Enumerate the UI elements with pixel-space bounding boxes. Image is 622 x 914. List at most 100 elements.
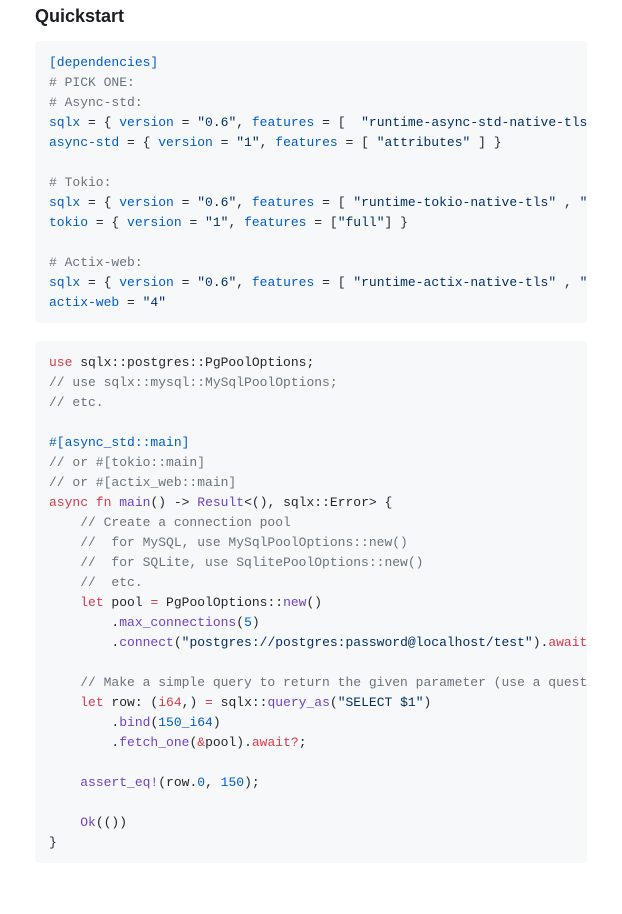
- code-text: (): [306, 595, 322, 610]
- code-op: &: [197, 735, 205, 750]
- code-text: async-std: [49, 135, 119, 150]
- code-fn: bind: [119, 715, 150, 730]
- code-text: (: [236, 615, 244, 630]
- code-text: sqlx: [49, 195, 80, 210]
- code-block-rust[interactable]: use sqlx::postgres::PgPoolOptions; // us…: [35, 341, 587, 863]
- code-keyword: await: [548, 635, 587, 650]
- code-string: "4": [143, 295, 166, 310]
- code-text: pool).: [205, 735, 252, 750]
- code-string: "full": [338, 215, 385, 230]
- code-text: }: [49, 835, 57, 850]
- code-text: .: [49, 715, 119, 730]
- code-text: =: [174, 275, 197, 290]
- code-text: [49, 775, 80, 790]
- code-text: sqlx::postgres::PgPoolOptions;: [72, 355, 314, 370]
- section-heading: Quickstart: [35, 0, 587, 41]
- code-text: actix-web: [49, 295, 119, 310]
- code-text: ,: [236, 275, 252, 290]
- code-type: Result: [197, 495, 244, 510]
- code-keyword: let: [80, 695, 103, 710]
- code-comment: // or #[tokio::main]: [49, 455, 205, 470]
- code-string: "1": [236, 135, 259, 150]
- code-string: "1": [205, 215, 228, 230]
- code-keyword: use: [49, 355, 72, 370]
- code-text: features: [252, 195, 314, 210]
- code-text: ,: [556, 275, 579, 290]
- code-keyword: let: [80, 595, 103, 610]
- code-text: (()): [96, 815, 127, 830]
- code-text: (: [174, 635, 182, 650]
- code-text: (: [330, 695, 338, 710]
- code-text: ,: [260, 135, 276, 150]
- code-text: sqlx::: [213, 695, 268, 710]
- code-text: = [: [338, 135, 377, 150]
- code-text: [88, 495, 96, 510]
- code-text: =: [213, 135, 236, 150]
- code-string: "runtime-tokio-native-tls": [353, 195, 556, 210]
- code-text: ): [424, 695, 432, 710]
- code-text: =: [119, 295, 142, 310]
- code-text: <(), sqlx::Error> {: [244, 495, 392, 510]
- code-text: = {: [80, 275, 119, 290]
- code-text: =: [174, 195, 197, 210]
- code-text: ): [252, 615, 260, 630]
- code-text: sqlx: [49, 275, 80, 290]
- code-text: =: [174, 115, 197, 130]
- code-fn: max_connections: [119, 615, 236, 630]
- code-string: "runtime-async-std-native-tls": [361, 115, 587, 130]
- code-text: PgPoolOptions::: [158, 595, 283, 610]
- code-string: "postgres": [580, 275, 587, 290]
- code-text: = {: [80, 115, 119, 130]
- code-text: ;: [299, 735, 307, 750]
- code-block-toml[interactable]: [dependencies] # PICK ONE: # Async-std: …: [35, 41, 587, 323]
- code-macro: assert_eq!: [80, 775, 158, 790]
- code-text: = {: [80, 195, 119, 210]
- code-string: "0.6": [197, 275, 236, 290]
- code-string: "attributes": [377, 135, 471, 150]
- code-text: features: [275, 135, 337, 150]
- code-text: = [: [314, 275, 353, 290]
- code-text: ,: [236, 115, 252, 130]
- code-text: ,): [182, 695, 205, 710]
- code-fn: query_as: [267, 695, 329, 710]
- code-op: ?: [291, 735, 299, 750]
- code-op: =: [205, 695, 213, 710]
- code-text: version: [119, 275, 174, 290]
- code-text: features: [252, 275, 314, 290]
- code-text: ).: [533, 635, 549, 650]
- code-text: );: [244, 775, 260, 790]
- code-string: "0.6": [197, 115, 236, 130]
- code-text: ,: [556, 195, 579, 210]
- code-text: version: [158, 135, 213, 150]
- code-comment: # Actix-web:: [49, 255, 143, 270]
- code-text: () ->: [150, 495, 197, 510]
- code-text: = [: [314, 115, 361, 130]
- code-text: ] }: [385, 215, 408, 230]
- code-string: "0.6": [197, 195, 236, 210]
- code-comment: // etc.: [49, 395, 104, 410]
- code-text: features: [244, 215, 306, 230]
- code-keyword: fn: [96, 495, 112, 510]
- code-comment: // etc.: [49, 575, 143, 590]
- code-text: version: [127, 215, 182, 230]
- code-text: [49, 815, 80, 830]
- code-text: [dependencies]: [49, 55, 158, 70]
- code-text: ): [213, 715, 221, 730]
- code-text: row: (: [104, 695, 159, 710]
- code-number: 150: [221, 775, 244, 790]
- code-text: tokio: [49, 215, 88, 230]
- code-number: 5: [244, 615, 252, 630]
- code-text: version: [119, 195, 174, 210]
- code-text: sqlx: [49, 115, 80, 130]
- code-text: [49, 695, 80, 710]
- code-text: = {: [119, 135, 158, 150]
- code-string: "postgres://postgres:password@localhost/…: [182, 635, 533, 650]
- code-text: .: [49, 615, 119, 630]
- code-text: .: [49, 635, 119, 650]
- code-comment: // for MySQL, use MySqlPoolOptions::new(…: [49, 535, 408, 550]
- code-number: 0: [197, 775, 205, 790]
- code-attribute: #[async_std::main]: [49, 435, 189, 450]
- code-keyword: async: [49, 495, 88, 510]
- code-text: [49, 595, 80, 610]
- code-text: = [: [314, 195, 353, 210]
